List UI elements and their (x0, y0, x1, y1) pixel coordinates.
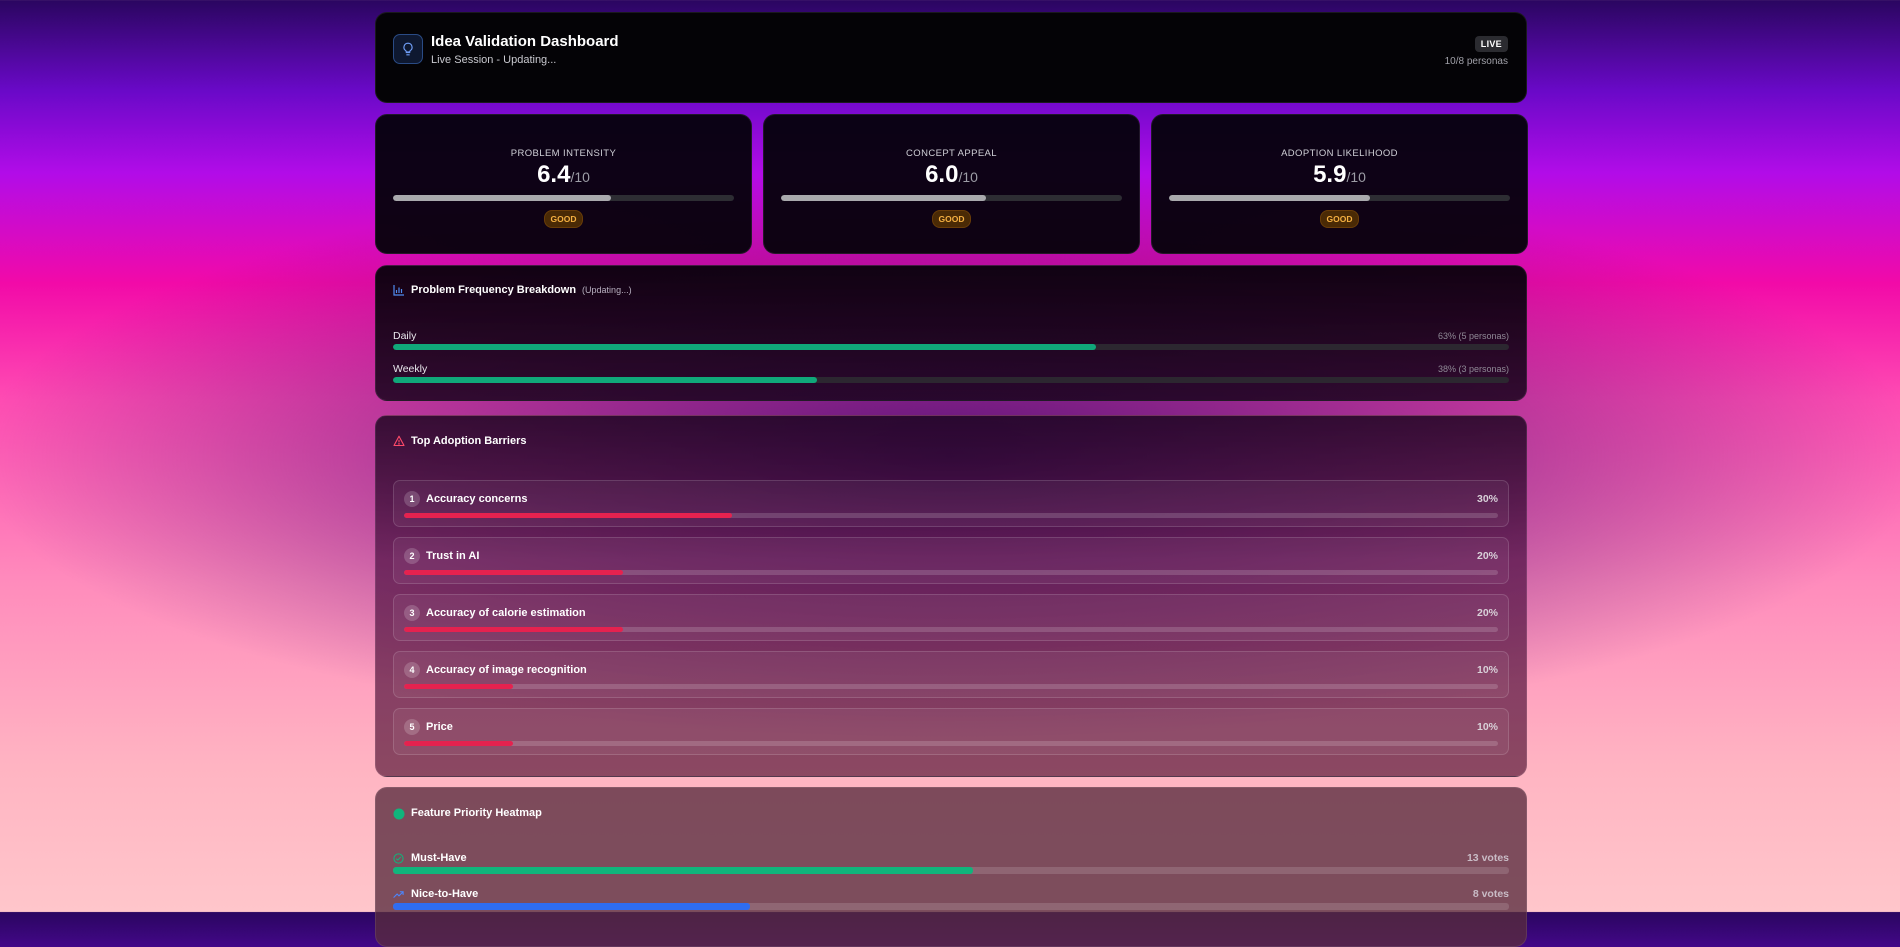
metric-label: ADOPTION LIKELIHOOD (1281, 148, 1398, 159)
barrier-item: 2 Trust in AI 20% (393, 537, 1509, 584)
barrier-fill (404, 513, 733, 518)
priority-row-nice-to-have: Nice-to-Have 8 votes (393, 888, 1509, 912)
problem-frequency-panel: Problem Frequency Breakdown (Updating...)… (375, 265, 1527, 401)
frequency-label: Weekly (393, 363, 428, 375)
barrier-rank: 1 (404, 491, 420, 507)
barrier-track (404, 570, 1498, 575)
metric-card-adoption-likelihood: ADOPTION LIKELIHOOD 5.9/10 GOOD (1151, 114, 1528, 254)
barrier-percent: 20% (1476, 607, 1498, 619)
barrier-fill (404, 741, 514, 746)
status-dot-icon (393, 808, 405, 820)
barrier-item: 4 Accuracy of image recognition 10% (393, 651, 1509, 698)
feature-priority-panel: Feature Priority Heatmap Must-Have 13 vo… (375, 787, 1527, 947)
barrier-percent: 10% (1476, 721, 1498, 733)
trending-up-icon (393, 891, 404, 898)
dashboard: Idea Validation Dashboard Live Session -… (375, 12, 1528, 947)
barrier-rank: 5 (404, 719, 420, 735)
status-badge: GOOD (543, 210, 584, 228)
frequency-fill (393, 344, 1097, 350)
barrier-name: Accuracy of calorie estimation (426, 607, 586, 619)
heatmap-title: Feature Priority Heatmap (411, 807, 542, 819)
barrier-percent: 30% (1476, 493, 1498, 505)
barrier-name: Accuracy concerns (426, 493, 528, 505)
metric-label: PROBLEM INTENSITY (510, 148, 617, 159)
persona-count: 10/8 personas (1444, 56, 1508, 67)
priority-row-must-have: Must-Have 13 votes (393, 852, 1509, 876)
priority-track (393, 903, 1509, 910)
barrier-track (404, 741, 1498, 746)
frequency-label: Daily (393, 330, 417, 342)
dashboard-header: Idea Validation Dashboard Live Session -… (375, 12, 1527, 103)
barrier-percent: 10% (1476, 664, 1498, 676)
barrier-item: 1 Accuracy concerns 30% (393, 480, 1509, 527)
barrier-item: 3 Accuracy of calorie estimation 20% (393, 594, 1509, 641)
updating-note: (Updating...) (582, 285, 632, 295)
metric-label: CONCEPT APPEAL (906, 148, 997, 159)
metric-score: 6.0 (925, 161, 959, 188)
barrier-fill (404, 570, 623, 575)
warning-triangle-icon (393, 435, 405, 447)
status-badge: GOOD (931, 210, 972, 228)
metric-denominator: /10 (570, 169, 590, 185)
barriers-title: Top Adoption Barriers (411, 435, 527, 447)
barrier-rank: 4 (404, 662, 420, 678)
priority-votes: 13 votes (1466, 852, 1509, 864)
metric-denominator: /10 (1346, 169, 1366, 185)
barrier-percent: 20% (1476, 550, 1498, 562)
priority-track (393, 867, 1509, 874)
metric-value: 6.4/10 (376, 161, 751, 189)
barrier-track (404, 513, 1498, 518)
barrier-name: Trust in AI (426, 550, 480, 562)
metric-progress-track (781, 195, 1122, 201)
metric-progress-track (1169, 195, 1510, 201)
frequency-meta: 63% (5 personas) (1437, 331, 1509, 341)
barrier-rank: 2 (404, 548, 420, 564)
live-badge: LIVE (1474, 36, 1508, 52)
barrier-item: 5 Price 10% (393, 708, 1509, 755)
frequency-row-weekly: Weekly 38% (3 personas) (393, 363, 1509, 385)
frequency-row-daily: Daily 63% (5 personas) (393, 330, 1509, 352)
metric-card-problem-intensity: PROBLEM INTENSITY 6.4/10 GOOD (375, 114, 752, 254)
section-title: Problem Frequency Breakdown (Updating...) (411, 284, 632, 296)
metric-card-concept-appeal: CONCEPT APPEAL 6.0/10 GOOD (763, 114, 1140, 254)
frequency-fill (393, 377, 818, 383)
metric-score: 5.9 (1313, 161, 1347, 188)
priority-fill (393, 903, 751, 910)
barrier-fill (404, 684, 514, 689)
metric-value: 5.9/10 (1152, 161, 1527, 189)
adoption-barriers-panel: Top Adoption Barriers 1 Accuracy concern… (375, 415, 1527, 777)
barrier-rank: 3 (404, 605, 420, 621)
metric-progress-fill (1169, 195, 1371, 201)
priority-label: Nice-to-Have (411, 888, 479, 900)
check-circle-icon (393, 853, 404, 864)
bar-chart-icon (393, 285, 404, 296)
barrier-fill (404, 627, 623, 632)
session-status: Live Session - Updating... (431, 54, 557, 66)
page-title: Idea Validation Dashboard (431, 33, 619, 50)
frequency-track (393, 344, 1509, 350)
lightbulb-icon (393, 34, 423, 64)
metric-progress-fill (393, 195, 612, 201)
metric-value: 6.0/10 (764, 161, 1139, 189)
priority-votes: 8 votes (1472, 888, 1509, 900)
barrier-track (404, 684, 1498, 689)
frequency-track (393, 377, 1509, 383)
priority-label: Must-Have (411, 852, 467, 864)
metric-denominator: /10 (958, 169, 978, 185)
metric-score: 6.4 (537, 161, 571, 188)
barrier-track (404, 627, 1498, 632)
barrier-name: Accuracy of image recognition (426, 664, 587, 676)
priority-fill (393, 867, 974, 874)
frequency-meta: 38% (3 personas) (1437, 364, 1509, 374)
status-badge: GOOD (1319, 210, 1360, 228)
metric-progress-track (393, 195, 734, 201)
frequency-title: Problem Frequency Breakdown (411, 284, 577, 296)
barrier-name: Price (426, 721, 453, 733)
metric-cards: PROBLEM INTENSITY 6.4/10 GOOD CONCEPT AP… (375, 114, 1528, 254)
metric-progress-fill (781, 195, 986, 201)
